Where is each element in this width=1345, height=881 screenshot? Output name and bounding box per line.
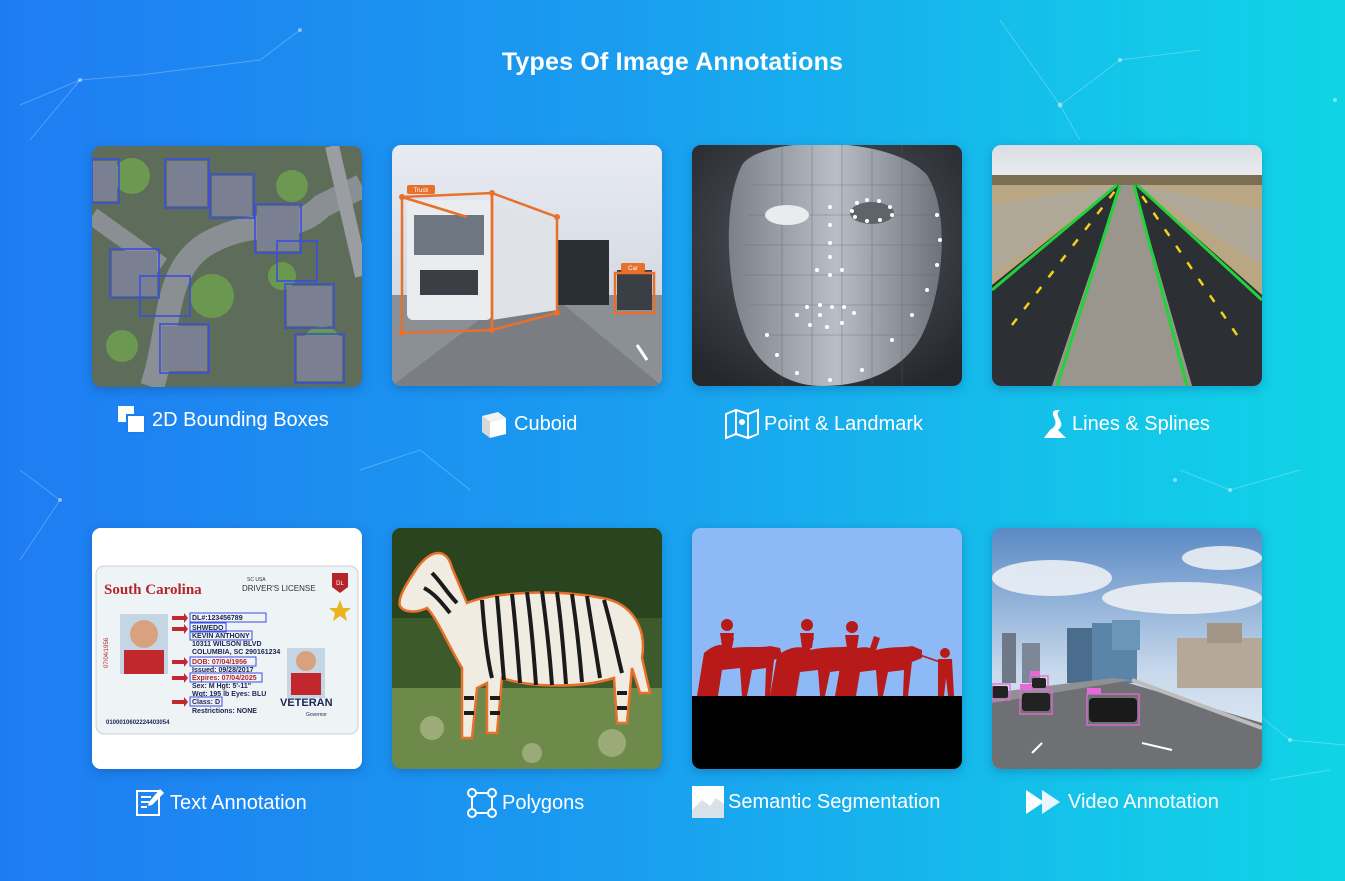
caption-cuboid: Cuboid: [478, 408, 577, 440]
license-dl-number: DL#:123456789: [192, 615, 243, 622]
license-expires: Expires: 07/04/2025: [192, 675, 257, 682]
bounding-boxes-image: [92, 146, 362, 387]
caption-lines-splines: Lines & Splines: [1042, 408, 1210, 440]
license-address1: 10311 WILSON BLVD: [192, 641, 262, 648]
caption-bounding-boxes: 2D Bounding Boxes: [116, 404, 329, 436]
caption-text-annotation: Text Annotation: [134, 787, 307, 819]
caption-label: Text Annotation: [170, 791, 307, 814]
cuboid-tag-truck: Truck: [414, 188, 430, 194]
license-dob: DOB: 07/04/1956: [192, 659, 247, 666]
caption-semantic-segmentation: Semantic Segmentation: [692, 786, 940, 818]
caption-point-landmark: Point & Landmark: [724, 408, 923, 440]
cuboid-image: Truck Car: [392, 145, 662, 386]
license-address2: COLUMBIA, SC 290161234: [192, 649, 280, 656]
bounding-box-icon: [116, 404, 148, 436]
license-veteran: VETERAN: [280, 697, 333, 709]
cuboid-tag-car: Car: [628, 266, 638, 272]
lines-splines-image: [992, 145, 1262, 386]
caption-label: Cuboid: [514, 412, 578, 435]
caption-label: Point & Landmark: [764, 412, 923, 435]
caption-label: Polygons: [502, 791, 585, 814]
map-points-icon: [724, 408, 760, 440]
polygon-icon: [466, 787, 498, 819]
license-first-name: KEVIN ANTHONY: [192, 633, 250, 640]
fast-forward-icon: [1024, 786, 1064, 818]
polygons-image: [392, 528, 662, 769]
license-sex-hgt: Sex: M Hgt: 5'-11": [192, 683, 251, 690]
license-side-number: 07/04/1956: [104, 637, 110, 668]
cube-icon: [478, 408, 510, 440]
caption-label: Lines & Splines: [1072, 412, 1210, 435]
license-dl-badge: DL: [336, 581, 344, 587]
caption-polygons: Polygons: [466, 787, 584, 819]
road-icon: [1042, 408, 1068, 440]
license-bottom-number: 0100010602224403054: [106, 720, 170, 726]
point-landmark-image: [692, 145, 962, 386]
semantic-segmentation-image: [692, 528, 962, 769]
caption-label: 2D Bounding Boxes: [152, 408, 329, 431]
video-annotation-image: [992, 528, 1262, 769]
caption-label: Video Annotation: [1068, 790, 1219, 813]
text-annotation-image: South Carolina DRIVER'S LICENSE SC USA D…: [92, 528, 362, 769]
license-governor: Governor: [306, 712, 327, 718]
license-restrictions: Restrictions: NONE: [192, 708, 257, 715]
license-sc-usa: SC USA: [247, 577, 266, 583]
license-class: Class: D: [192, 699, 220, 706]
license-state: South Carolina: [104, 582, 202, 598]
page-title: Types Of Image Annotations: [501, 48, 844, 76]
license-header: DRIVER'S LICENSE: [242, 584, 316, 593]
caption-label: Semantic Segmentation: [728, 790, 941, 813]
image-segment-icon: [692, 786, 724, 818]
caption-video-annotation: Video Annotation: [1024, 786, 1219, 818]
document-edit-icon: [134, 787, 166, 819]
